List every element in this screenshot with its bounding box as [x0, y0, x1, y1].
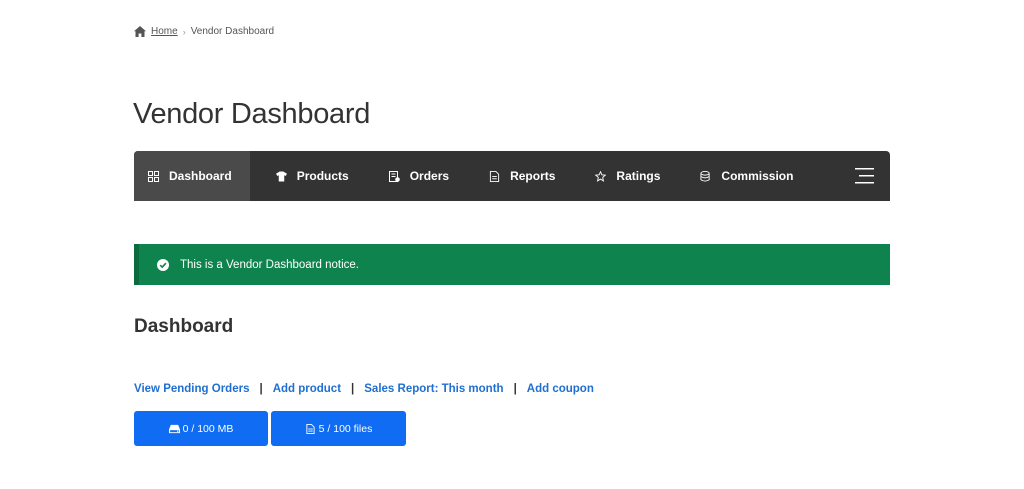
breadcrumb-home-link[interactable]: Home	[151, 26, 178, 37]
quick-links: View Pending Orders | Add product | Sale…	[134, 383, 594, 395]
view-pending-orders-link[interactable]: View Pending Orders	[134, 383, 249, 395]
nav-item-reports[interactable]: Reports	[467, 151, 573, 201]
nav-label-products: Products	[296, 169, 349, 183]
add-product-link[interactable]: Add product	[273, 383, 341, 395]
link-divider: |	[513, 383, 517, 395]
file-icon	[489, 170, 500, 182]
breadcrumb-separator: ›	[182, 26, 186, 37]
nav-item-commission[interactable]: Commission	[678, 151, 811, 201]
coins-icon	[700, 170, 711, 182]
section-title: Dashboard	[134, 316, 234, 337]
hamburger-icon[interactable]	[855, 167, 874, 185]
check-circle-icon	[157, 258, 169, 271]
files-quota-button[interactable]: 5 / 100 files	[271, 411, 406, 446]
hdd-icon	[168, 424, 180, 433]
add-coupon-link[interactable]: Add coupon	[527, 383, 594, 395]
nav-label-ratings: Ratings	[616, 169, 661, 183]
grid-icon	[148, 170, 159, 182]
star-icon	[595, 170, 607, 182]
nav-item-orders[interactable]: Orders	[367, 151, 467, 201]
storage-quota-label: 0 / 100 MB	[182, 422, 234, 435]
nav-label-commission: Commission	[721, 169, 794, 183]
breadcrumb-current: Vendor Dashboard	[190, 26, 275, 37]
dashboard-notice: This is a Vendor Dashboard notice.	[134, 244, 890, 285]
storage-quota-button[interactable]: 0 / 100 MB	[134, 411, 268, 446]
sales-report-link[interactable]: Sales Report: This month	[364, 383, 503, 395]
nav-item-products[interactable]: Products	[250, 151, 367, 201]
notice-text: This is a Vendor Dashboard notice.	[180, 258, 359, 271]
page-title: Vendor Dashboard	[133, 98, 371, 130]
link-divider: |	[259, 383, 263, 395]
shirt-icon	[275, 170, 287, 182]
orders-icon	[388, 170, 400, 182]
file-icon	[306, 423, 315, 434]
nav-label-reports: Reports	[510, 169, 556, 183]
nav-item-ratings[interactable]: Ratings	[573, 151, 678, 201]
nav-item-dashboard[interactable]: Dashboard	[134, 151, 250, 201]
vendor-nav: Dashboard Products Orders Reports Rating…	[134, 151, 890, 201]
breadcrumb: Home › Vendor Dashboard	[134, 26, 274, 37]
nav-label-orders: Orders	[409, 169, 450, 183]
link-divider: |	[351, 383, 355, 395]
files-quota-label: 5 / 100 files	[318, 422, 373, 435]
nav-label-dashboard: Dashboard	[169, 169, 232, 183]
home-icon	[134, 26, 146, 37]
